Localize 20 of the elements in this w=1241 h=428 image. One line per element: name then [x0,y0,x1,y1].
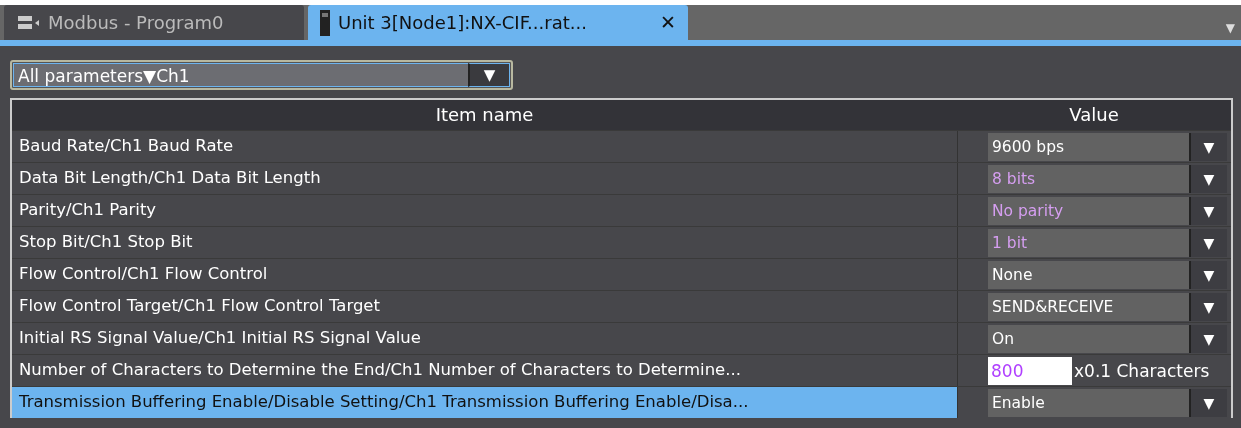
item-name[interactable]: Transmission Buffering Enable/Disable Setting/Ch1 Transmission Buffering Enable/Disa... [12,387,957,418]
column-header: Value [1068,103,1120,127]
close-button[interactable]: ✕ [660,8,676,37]
value-dropdown[interactable]: 8 bits ▼ [988,165,1227,193]
network-icon [16,13,40,32]
tab[interactable]: Unit 3[Node1]:NX-CIF...rat... ✕ [308,5,688,40]
tab-menu-button[interactable]: ▼ [1225,19,1235,37]
value-dropdown[interactable]: Enable ▼ [988,389,1227,417]
value-dropdown[interactable]: On ▼ [988,325,1227,353]
value-dropdown[interactable]: 9600 bps ▼ [988,133,1227,161]
value-dropdown[interactable]: None ▼ [988,261,1227,289]
tab[interactable]: Modbus - Program0 [4,5,304,40]
view-dropdown[interactable]: All parameters▼Ch1 ▼ [10,60,513,90]
column-header: Item name [434,103,535,127]
value-field[interactable]: 800 [988,357,1072,385]
module-icon [320,9,330,36]
unit-label: x0.1 Characters [1073,360,1210,383]
value-dropdown[interactable]: 1 bit ▼ [988,229,1227,257]
value-dropdown[interactable]: SEND&RECEIVE ▼ [988,293,1227,321]
value-dropdown[interactable]: No parity ▼ [988,197,1227,225]
